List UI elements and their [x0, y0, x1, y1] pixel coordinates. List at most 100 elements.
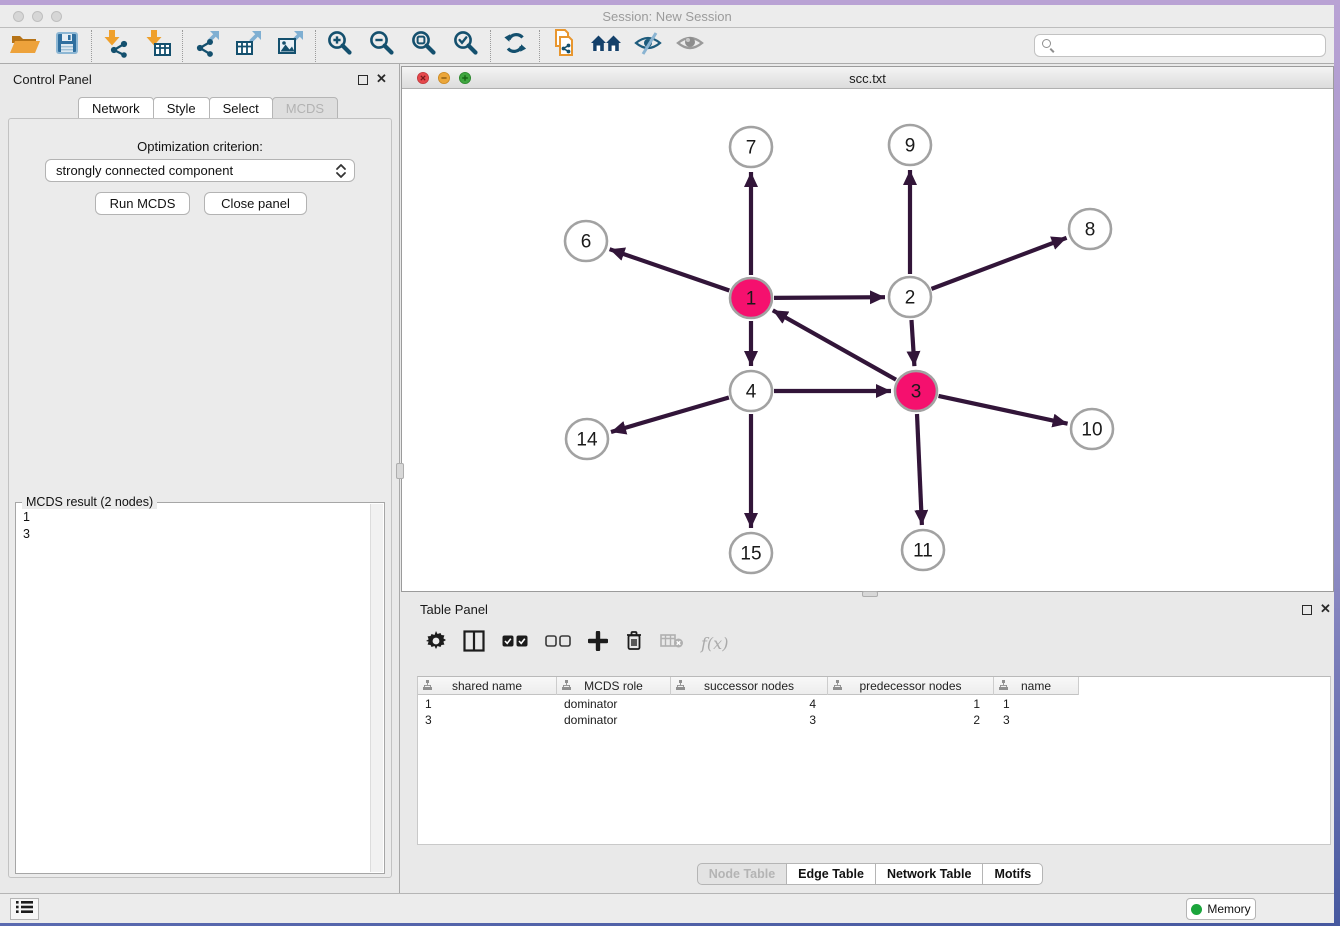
toggle-panes-button[interactable] — [463, 630, 485, 657]
criterion-dropdown-value: strongly connected component — [56, 163, 233, 178]
column-header-name[interactable]: name — [994, 677, 1079, 695]
table-toolbar: f(x) — [426, 623, 728, 663]
table-cell[interactable]: 1 — [418, 696, 557, 712]
column-settings-button[interactable] — [426, 631, 446, 656]
tab-mcds[interactable]: MCDS — [272, 97, 338, 119]
graph-edge-3-10[interactable] — [939, 396, 1068, 424]
zoom-in-button[interactable] — [319, 29, 361, 63]
graph-edge-2-8[interactable] — [932, 238, 1067, 289]
table-row[interactable]: 1dominator411 — [418, 696, 1330, 712]
export-table-icon — [234, 28, 264, 63]
column-header-shared-name[interactable]: shared name — [418, 677, 557, 695]
task-history-button[interactable] — [10, 898, 39, 920]
graph-node-2[interactable]: 2 — [889, 277, 931, 317]
table-cell[interactable]: 1 — [994, 696, 1079, 712]
tab-network-table[interactable]: Network Table — [875, 863, 984, 885]
table-cell[interactable]: 3 — [994, 712, 1079, 728]
graph-node-label: 10 — [1081, 420, 1102, 441]
toolbar-divider — [539, 30, 540, 62]
table-cell[interactable]: 3 — [671, 712, 828, 728]
first-neighbors-button[interactable] — [585, 29, 627, 63]
result-scrollbar[interactable] — [370, 504, 383, 872]
table-cell[interactable]: dominator — [557, 696, 671, 712]
criterion-dropdown[interactable]: strongly connected component — [45, 159, 355, 182]
table-cell[interactable]: 1 — [828, 696, 994, 712]
tab-style[interactable]: Style — [153, 97, 210, 119]
run-mcds-button[interactable]: Run MCDS — [95, 192, 190, 215]
table-splitter-handle[interactable] — [862, 591, 878, 597]
export-table-button[interactable] — [228, 29, 270, 63]
table-cell[interactable]: 4 — [671, 696, 828, 712]
table-body: 1dominator4113dominator323 — [418, 696, 1330, 728]
duplicate-network-button[interactable] — [543, 29, 585, 63]
graph-node-label: 2 — [905, 288, 916, 309]
graph-edge-4-14[interactable] — [611, 398, 729, 433]
network-canvas[interactable]: 7 9 6 8 1 2 4 3 14 10 15 11 — [402, 89, 1333, 591]
graph-node-9[interactable]: 9 — [889, 125, 931, 165]
search-input[interactable] — [1034, 34, 1326, 57]
tab-edge-table[interactable]: Edge Table — [786, 863, 876, 885]
graph-edge-3-11[interactable] — [917, 414, 922, 525]
graph-node-7[interactable]: 7 — [730, 127, 772, 167]
graph-node-15[interactable]: 15 — [730, 533, 772, 573]
close-table-panel-icon[interactable]: ✕ — [1320, 601, 1331, 617]
function-builder-button[interactable]: f(x) — [701, 634, 728, 653]
graph-edge-1-2[interactable] — [774, 297, 885, 298]
graph-node-label: 14 — [576, 430, 598, 451]
float-panel-icon[interactable] — [358, 75, 368, 85]
tab-network[interactable]: Network — [78, 97, 154, 119]
memory-button[interactable]: Memory — [1186, 898, 1256, 920]
graph-node-8[interactable]: 8 — [1069, 209, 1111, 249]
table-header-row: shared name MCDS rolesuccessor nodesprede… — [418, 677, 1079, 695]
close-panel-icon[interactable]: ✕ — [376, 71, 387, 87]
import-table-button[interactable] — [137, 29, 179, 63]
import-network-button[interactable] — [95, 29, 137, 63]
zoom-fit-button[interactable] — [403, 29, 445, 63]
column-header-successor-nodes[interactable]: successor nodes — [671, 677, 828, 695]
graph-node-14[interactable]: 14 — [566, 419, 608, 459]
tab-node-table[interactable]: Node Table — [697, 863, 787, 885]
apply-layout-button[interactable] — [494, 29, 536, 63]
graph-node-10[interactable]: 10 — [1071, 409, 1113, 449]
show-graphics-button[interactable] — [669, 29, 711, 63]
graph-node-3[interactable]: 3 — [895, 371, 937, 411]
deselect-all-button[interactable] — [545, 634, 571, 652]
graph-edge-1-6[interactable] — [610, 249, 730, 290]
table-cell[interactable]: 2 — [828, 712, 994, 728]
list-icon — [16, 900, 33, 919]
float-table-panel-icon[interactable] — [1302, 605, 1312, 615]
close-panel-button[interactable]: Close panel — [204, 192, 307, 215]
graph-node-1[interactable]: 1 — [730, 278, 772, 318]
export-network-button[interactable] — [186, 29, 228, 63]
graph-node-6[interactable]: 6 — [565, 221, 607, 261]
save-session-button[interactable] — [46, 29, 88, 63]
zoom-out-button[interactable] — [361, 29, 403, 63]
table-row[interactable]: 3dominator323 — [418, 712, 1330, 728]
add-row-button[interactable] — [588, 631, 608, 656]
desktop-wallpaper-right — [1334, 0, 1340, 926]
graph-node-11[interactable]: 11 — [902, 530, 944, 570]
graph-edge-2-3[interactable] — [912, 320, 915, 366]
column-header-mcds-role[interactable]: MCDS role — [557, 677, 671, 695]
table-panel-tabs: Node TableEdge TableNetwork TableMotifs — [408, 863, 1332, 885]
zoom-selected-button[interactable] — [445, 29, 487, 63]
table-cell[interactable]: 3 — [418, 712, 557, 728]
select-all-button[interactable] — [502, 634, 528, 652]
delete-row-button[interactable] — [625, 630, 643, 656]
graph-node-label: 15 — [740, 544, 761, 565]
graph-edge-3-1[interactable] — [773, 310, 896, 379]
search-field-wrap — [1034, 34, 1326, 57]
open-session-button[interactable] — [4, 29, 46, 63]
column-header-predecessor-nodes[interactable]: predecessor nodes — [828, 677, 994, 695]
delete-table-button[interactable] — [660, 633, 684, 654]
gear-icon — [426, 631, 446, 656]
hide-graphics-button[interactable] — [627, 29, 669, 63]
panel-splitter-handle[interactable] — [396, 463, 404, 479]
export-image-button[interactable] — [270, 29, 312, 63]
column-header-label: shared name — [452, 679, 522, 693]
tab-select[interactable]: Select — [209, 97, 273, 119]
tab-motifs[interactable]: Motifs — [982, 863, 1043, 885]
graph-node-4[interactable]: 4 — [730, 371, 772, 411]
table-cell[interactable]: dominator — [557, 712, 671, 728]
dropdown-stepper-icon — [335, 163, 347, 179]
